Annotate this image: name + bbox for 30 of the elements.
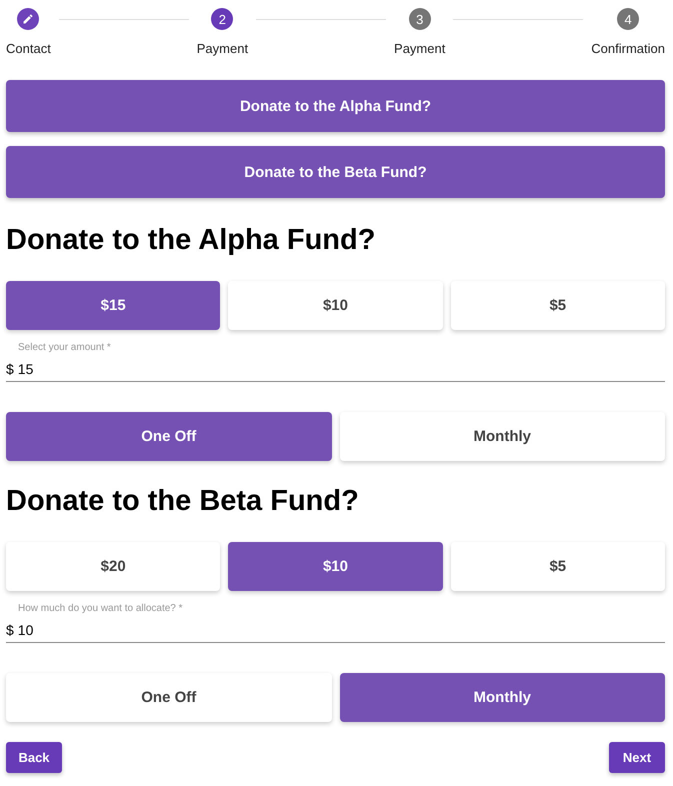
frequency-button[interactable]: Monthly (340, 673, 665, 722)
amount-button[interactable]: $10 (228, 281, 443, 330)
section-heading: Donate to the Alpha Fund? (6, 224, 376, 257)
field-label: How much do you want to allocate? * (18, 603, 184, 614)
next-button[interactable]: Next (609, 742, 665, 773)
currency-prefix: $ (6, 622, 14, 638)
step-indicator: 3 (408, 8, 431, 30)
step-label: Payment (394, 41, 446, 56)
section-heading: Donate to the Beta Fund? (6, 485, 360, 518)
frequency-button[interactable]: Monthly (340, 412, 665, 461)
amount-field[interactable]: 10 (18, 622, 665, 638)
frequency-button[interactable]: One Off (6, 673, 332, 722)
fund-button[interactable]: Donate to the Alpha Fund? (6, 80, 665, 132)
step-label: Payment (196, 41, 248, 56)
amount-button[interactable]: $5 (450, 281, 665, 330)
amount-button[interactable]: $15 (6, 281, 220, 330)
amount-button[interactable]: $5 (450, 542, 665, 591)
amount-field[interactable]: 15 (18, 361, 665, 377)
step-indicator: 2 (211, 8, 234, 30)
frequency-button[interactable]: One Off (6, 412, 332, 461)
currency-prefix: $ (6, 361, 14, 377)
step-indicator: 4 (617, 8, 640, 30)
step-label: Contact (6, 41, 51, 56)
step-label: Confirmation (591, 41, 665, 56)
amount-button[interactable]: $10 (228, 542, 443, 591)
field-label: Select your amount * (18, 342, 112, 353)
pencil-icon (22, 13, 34, 25)
amount-button[interactable]: $20 (6, 542, 220, 591)
fund-button[interactable]: Donate to the Beta Fund? (6, 146, 665, 198)
back-button[interactable]: Back (6, 742, 62, 773)
